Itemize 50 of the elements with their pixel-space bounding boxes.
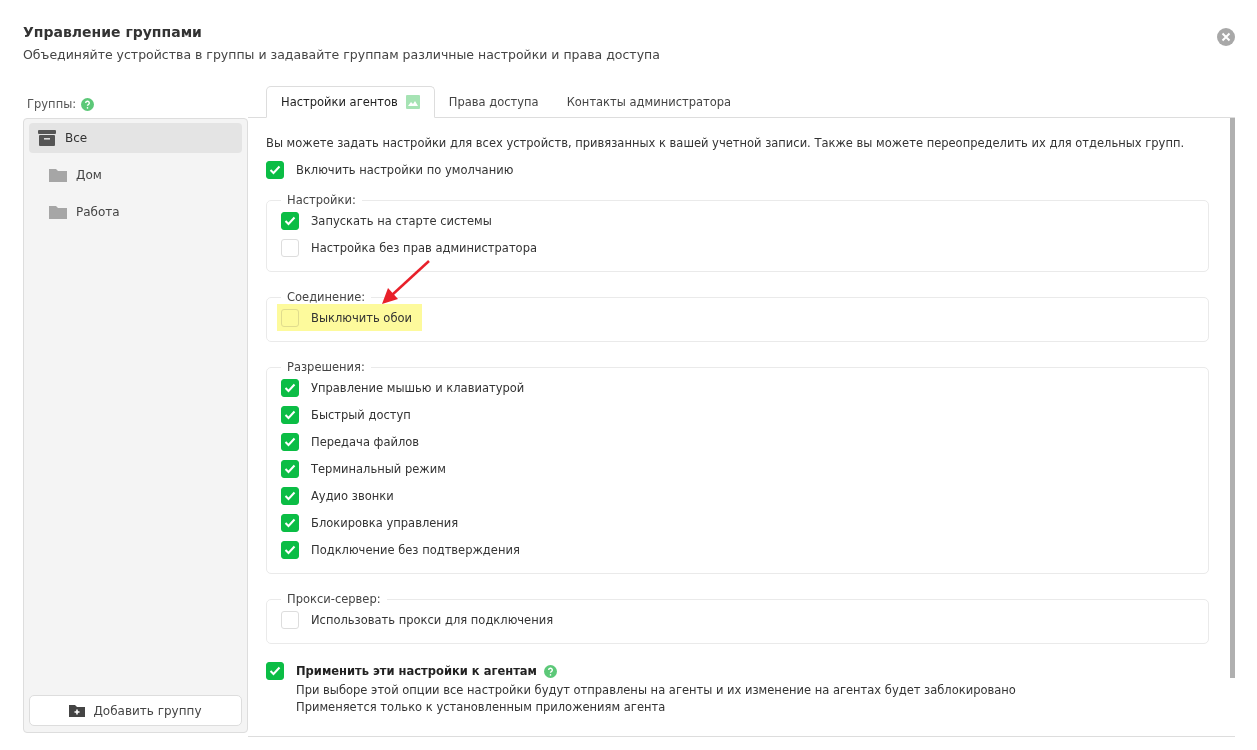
checkbox[interactable]	[281, 540, 299, 559]
group-item[interactable]: Дом	[29, 160, 242, 190]
group-title: Настройки:	[286, 193, 357, 207]
checkbox[interactable]	[281, 308, 299, 327]
checkbox[interactable]	[266, 160, 284, 179]
dialog-title: Управление группами	[23, 24, 202, 40]
help-icon[interactable]	[544, 664, 557, 678]
option-label: Терминальный режим	[311, 461, 446, 476]
option-label: Выключить обои	[311, 310, 412, 325]
option-label: Передача файлов	[311, 434, 420, 449]
option-label: Подключение без подтверждения	[311, 542, 520, 557]
archive-icon	[38, 129, 56, 147]
intro-text: Вы можете задать настройки для всех устройств, привязанных к вашей учетной записи. Также вы можете переопределить их для отдельных групп.	[266, 136, 1186, 150]
groups-label: Группы:	[27, 97, 77, 111]
checkbox[interactable]	[281, 432, 299, 451]
checkbox[interactable]	[281, 405, 299, 424]
option-label: Аудио звонки	[311, 488, 394, 503]
group-title: Соединение:	[286, 290, 367, 304]
group-title: Разрешения:	[286, 360, 366, 374]
option-label: Управление мышью и клавиатурой	[311, 380, 525, 395]
tab[interactable]: Настройки агентов	[266, 86, 435, 118]
folder-icon	[49, 205, 67, 219]
option-label: Блокировка управления	[311, 515, 459, 530]
add-group-button[interactable]: Добавить группу	[29, 695, 242, 726]
checkbox[interactable]	[266, 662, 284, 680]
scrollbar[interactable]	[1230, 118, 1235, 678]
checkbox[interactable]	[281, 459, 299, 478]
tab[interactable]: Контакты администратора	[552, 86, 746, 117]
dialog-subtitle: Объединяйте устройства в группы и задавайте группам различные настройки и права доступа	[23, 47, 661, 62]
checkbox[interactable]	[281, 211, 299, 230]
group-title: Прокси-сервер:	[286, 592, 382, 606]
option-label: Настройка без прав администратора	[311, 240, 537, 255]
note-text: При выборе этой опции все настройки будут отправлены на агенты и их изменение на агентах будет заблокировано	[296, 683, 1016, 697]
option-label: Применить эти настройки к агентам	[296, 664, 537, 678]
option-label: Включить настройки по умолчанию	[296, 162, 514, 177]
checkbox[interactable]	[281, 486, 299, 505]
option-label: Быстрый доступ	[311, 407, 411, 422]
option-label: Запускать на старте системы	[311, 213, 492, 228]
folder-plus-icon	[69, 704, 86, 717]
option-label: Использовать прокси для подключения	[311, 612, 554, 627]
group-item[interactable]: Работа	[29, 197, 242, 227]
help-icon[interactable]	[81, 97, 95, 111]
close-icon[interactable]	[1217, 28, 1235, 46]
tab[interactable]: Права доступа	[434, 86, 553, 117]
group-item[interactable]: Все	[29, 123, 242, 153]
note-text: Применяется только к установленным приложениям агента	[296, 700, 667, 714]
checkbox[interactable]	[281, 513, 299, 532]
checkbox[interactable]	[281, 378, 299, 397]
folder-icon	[49, 168, 67, 182]
annotation-arrow	[380, 259, 432, 307]
